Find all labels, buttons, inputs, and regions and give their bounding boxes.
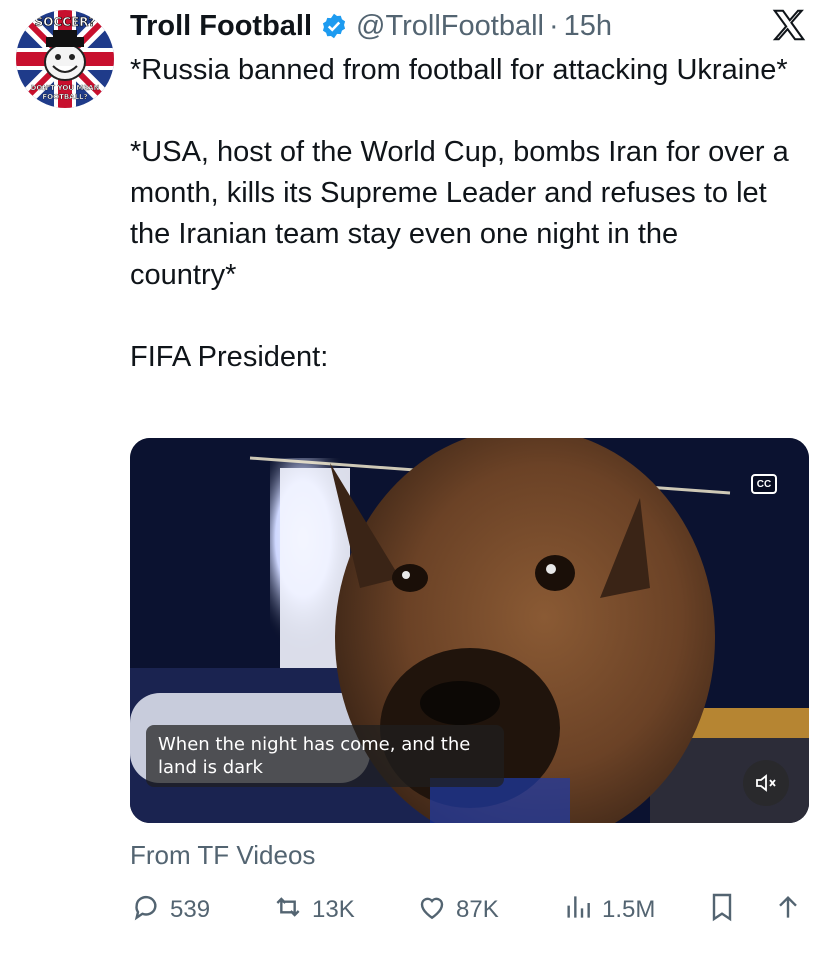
reply-count: 539	[170, 896, 211, 923]
tweet-text: *Russia banned from football for attacki…	[130, 50, 790, 378]
tweet-paragraph-3: FIFA President:	[130, 341, 329, 373]
caption-line-1: When the night has come, and the	[158, 734, 471, 755]
video-player[interactable]: CC When the night has come, and the land…	[130, 438, 809, 823]
avatar-bottom-text-1: DON'T YOU MEAN	[31, 84, 100, 92]
author-handle[interactable]: @TrollFootball	[356, 10, 544, 43]
x-logo-icon[interactable]	[770, 6, 808, 44]
verified-badge-icon	[320, 12, 348, 40]
video-source[interactable]: From TF Videos	[130, 840, 315, 871]
like-icon	[416, 891, 456, 930]
avatar-top-text: SOCCER?	[35, 15, 96, 29]
bookmark-button[interactable]	[706, 888, 746, 932]
views-count: 1.5M	[602, 896, 656, 923]
video-caption: When the night has come, and the land is…	[146, 725, 504, 787]
separator-dot: ·	[548, 9, 559, 42]
mute-icon[interactable]	[743, 760, 789, 806]
tweet-paragraph-1: *Russia banned from football for attacki…	[130, 54, 788, 86]
cc-icon[interactable]: CC	[751, 474, 777, 494]
timestamp[interactable]: 15h	[564, 10, 612, 43]
tweet-header: Troll Football @TrollFootball · 15h	[130, 6, 612, 46]
bookmark-icon	[706, 891, 746, 930]
retweet-button[interactable]: 13K	[272, 888, 355, 932]
caption-line-2: land is dark	[158, 757, 263, 778]
share-button[interactable]	[772, 888, 812, 932]
share-icon	[772, 891, 812, 930]
reply-button[interactable]: 539	[130, 888, 210, 932]
views-icon	[562, 891, 602, 930]
avatar-bottom-text-2: FOOTBALL?	[42, 93, 87, 101]
like-button[interactable]: 87K	[416, 888, 499, 932]
reply-icon	[130, 891, 170, 930]
action-bar: 539 13K 87K 1.5M	[130, 888, 810, 932]
retweet-icon	[272, 891, 312, 930]
like-count: 87K	[456, 896, 499, 923]
avatar[interactable]: SOCCER? DON'T YOU MEAN FOOTBALL?	[16, 10, 114, 108]
tweet-paragraph-2: *USA, host of the World Cup, bombs Iran …	[130, 136, 789, 291]
views-button[interactable]: 1.5M	[562, 888, 655, 932]
retweet-count: 13K	[312, 896, 355, 923]
author-name[interactable]: Troll Football	[130, 10, 312, 43]
